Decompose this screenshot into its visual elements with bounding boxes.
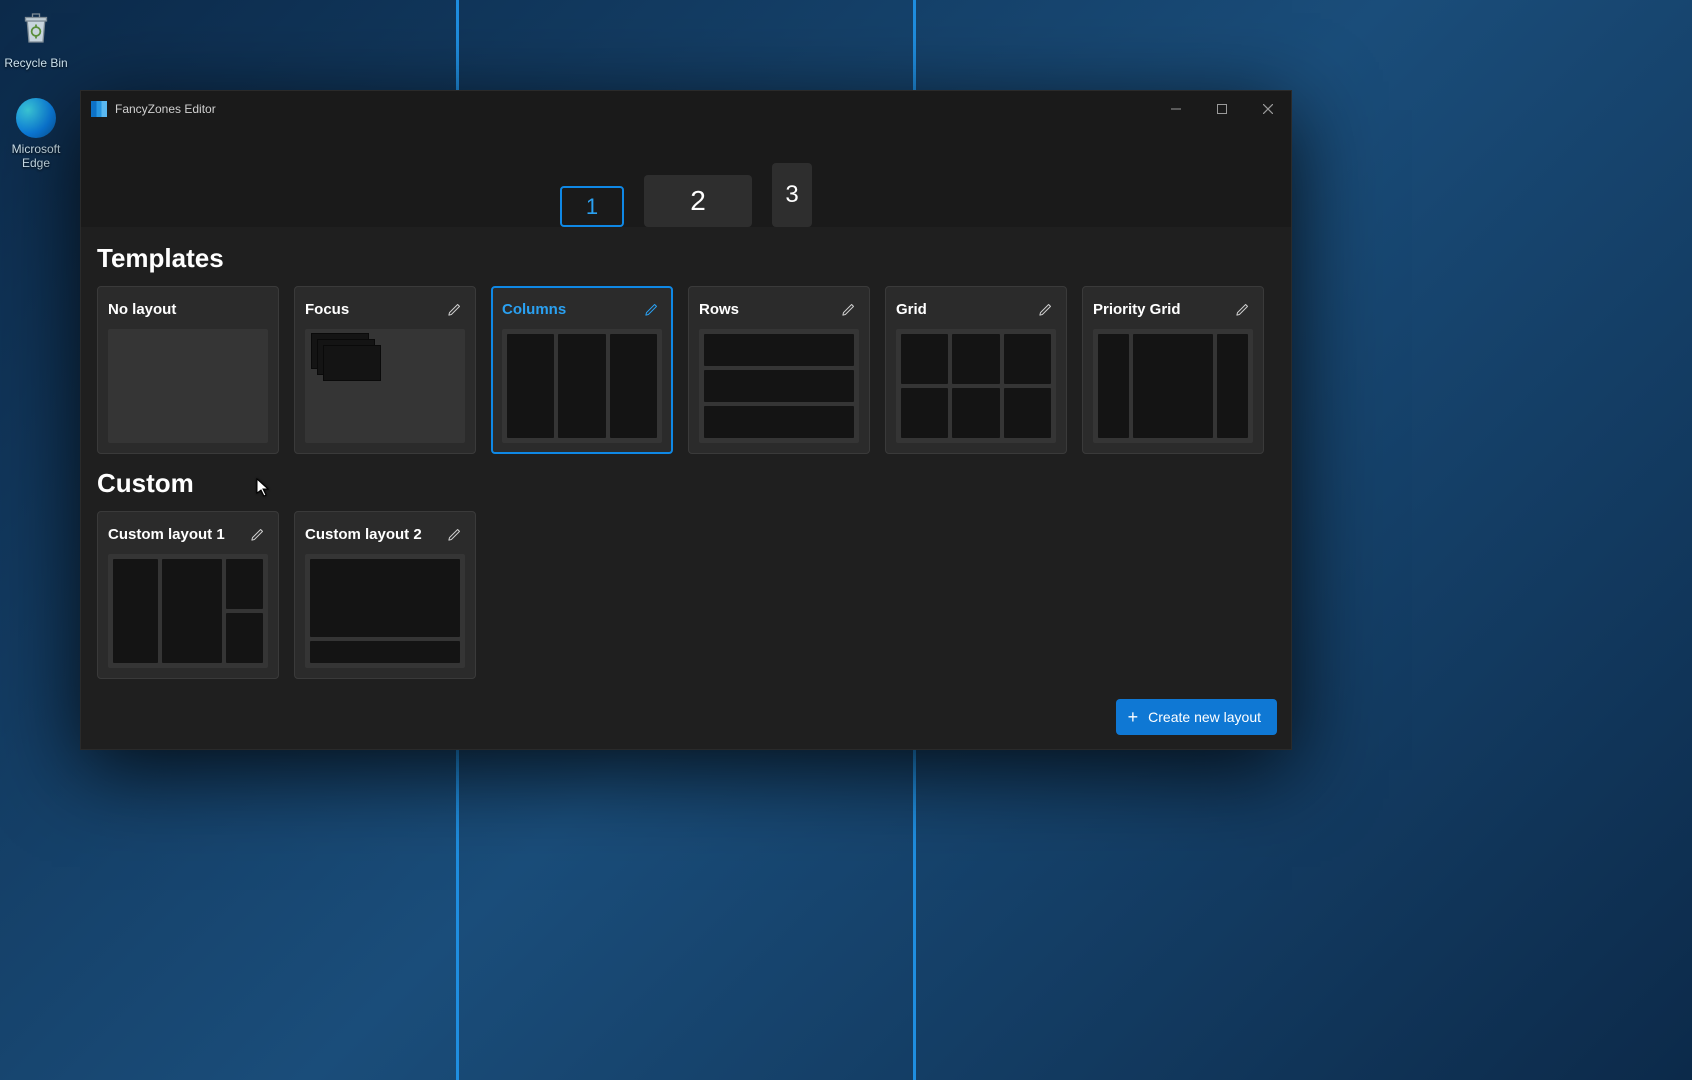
template-card-columns[interactable]: Columns xyxy=(491,286,673,454)
desktop-icon-recycle-bin[interactable]: Recycle Bin xyxy=(0,4,74,70)
create-new-layout-button[interactable]: + Create new layout xyxy=(1116,699,1277,735)
edit-button[interactable] xyxy=(443,523,465,545)
layout-preview xyxy=(108,554,268,668)
card-title: Rows xyxy=(699,301,739,318)
card-title: Custom layout 2 xyxy=(305,526,422,543)
template-card-rows[interactable]: Rows xyxy=(688,286,870,454)
custom-row: Custom layout 1 Custom layout 2 xyxy=(97,511,1275,679)
monitor-tab-label: 3 xyxy=(785,181,798,209)
pencil-icon xyxy=(1038,302,1053,317)
plus-icon: + xyxy=(1128,708,1139,726)
monitor-tab-label: 1 xyxy=(586,194,598,220)
layout-preview xyxy=(1093,329,1253,443)
custom-card-1[interactable]: Custom layout 1 xyxy=(97,511,279,679)
pencil-icon xyxy=(447,302,462,317)
fancyzones-editor-window: FancyZones Editor 1 2 3 Templates No lay… xyxy=(80,90,1292,750)
pencil-icon xyxy=(250,527,265,542)
custom-heading: Custom xyxy=(97,468,1275,499)
layout-preview xyxy=(305,554,465,668)
templates-row: No layout Focus Col xyxy=(97,286,1275,454)
recycle-bin-icon xyxy=(12,4,60,52)
desktop-icon-edge[interactable]: Microsoft Edge xyxy=(0,98,74,170)
pencil-icon xyxy=(644,302,659,317)
edit-button[interactable] xyxy=(837,298,859,320)
monitor-tab-1[interactable]: 1 xyxy=(560,186,624,227)
desktop-icon-label: Microsoft Edge xyxy=(0,142,74,170)
monitor-selector: 1 2 3 xyxy=(81,127,1291,227)
card-title: Grid xyxy=(896,301,927,318)
pencil-icon xyxy=(447,527,462,542)
minimize-button[interactable] xyxy=(1153,91,1199,127)
edit-button[interactable] xyxy=(640,298,662,320)
layout-preview xyxy=(108,329,268,443)
app-icon xyxy=(91,101,107,117)
desktop-icon-label: Recycle Bin xyxy=(0,56,74,70)
card-title: No layout xyxy=(108,301,176,318)
pencil-icon xyxy=(841,302,856,317)
pencil-icon xyxy=(1235,302,1250,317)
window-title: FancyZones Editor xyxy=(115,102,216,116)
template-card-no-layout[interactable]: No layout xyxy=(97,286,279,454)
maximize-button[interactable] xyxy=(1199,91,1245,127)
title-bar[interactable]: FancyZones Editor xyxy=(81,91,1291,127)
content-area: Templates No layout Focus xyxy=(81,227,1291,749)
edit-button[interactable] xyxy=(246,523,268,545)
edit-button[interactable] xyxy=(1231,298,1253,320)
custom-card-2[interactable]: Custom layout 2 xyxy=(294,511,476,679)
template-card-focus[interactable]: Focus xyxy=(294,286,476,454)
card-title: Columns xyxy=(502,301,566,318)
card-title: Custom layout 1 xyxy=(108,526,225,543)
create-button-label: Create new layout xyxy=(1148,709,1261,725)
monitor-tab-3[interactable]: 3 xyxy=(772,163,812,227)
monitor-tab-2[interactable]: 2 xyxy=(644,175,752,227)
card-title: Priority Grid xyxy=(1093,301,1181,318)
template-card-grid[interactable]: Grid xyxy=(885,286,1067,454)
card-title: Focus xyxy=(305,301,349,318)
edit-button[interactable] xyxy=(443,298,465,320)
edge-icon xyxy=(16,98,56,138)
templates-heading: Templates xyxy=(97,243,1275,274)
layout-preview xyxy=(502,329,662,443)
layout-preview xyxy=(699,329,859,443)
monitor-tab-label: 2 xyxy=(690,185,706,217)
edit-button[interactable] xyxy=(1034,298,1056,320)
template-card-priority-grid[interactable]: Priority Grid xyxy=(1082,286,1264,454)
layout-preview xyxy=(305,329,465,443)
close-button[interactable] xyxy=(1245,91,1291,127)
layout-preview xyxy=(896,329,1056,443)
